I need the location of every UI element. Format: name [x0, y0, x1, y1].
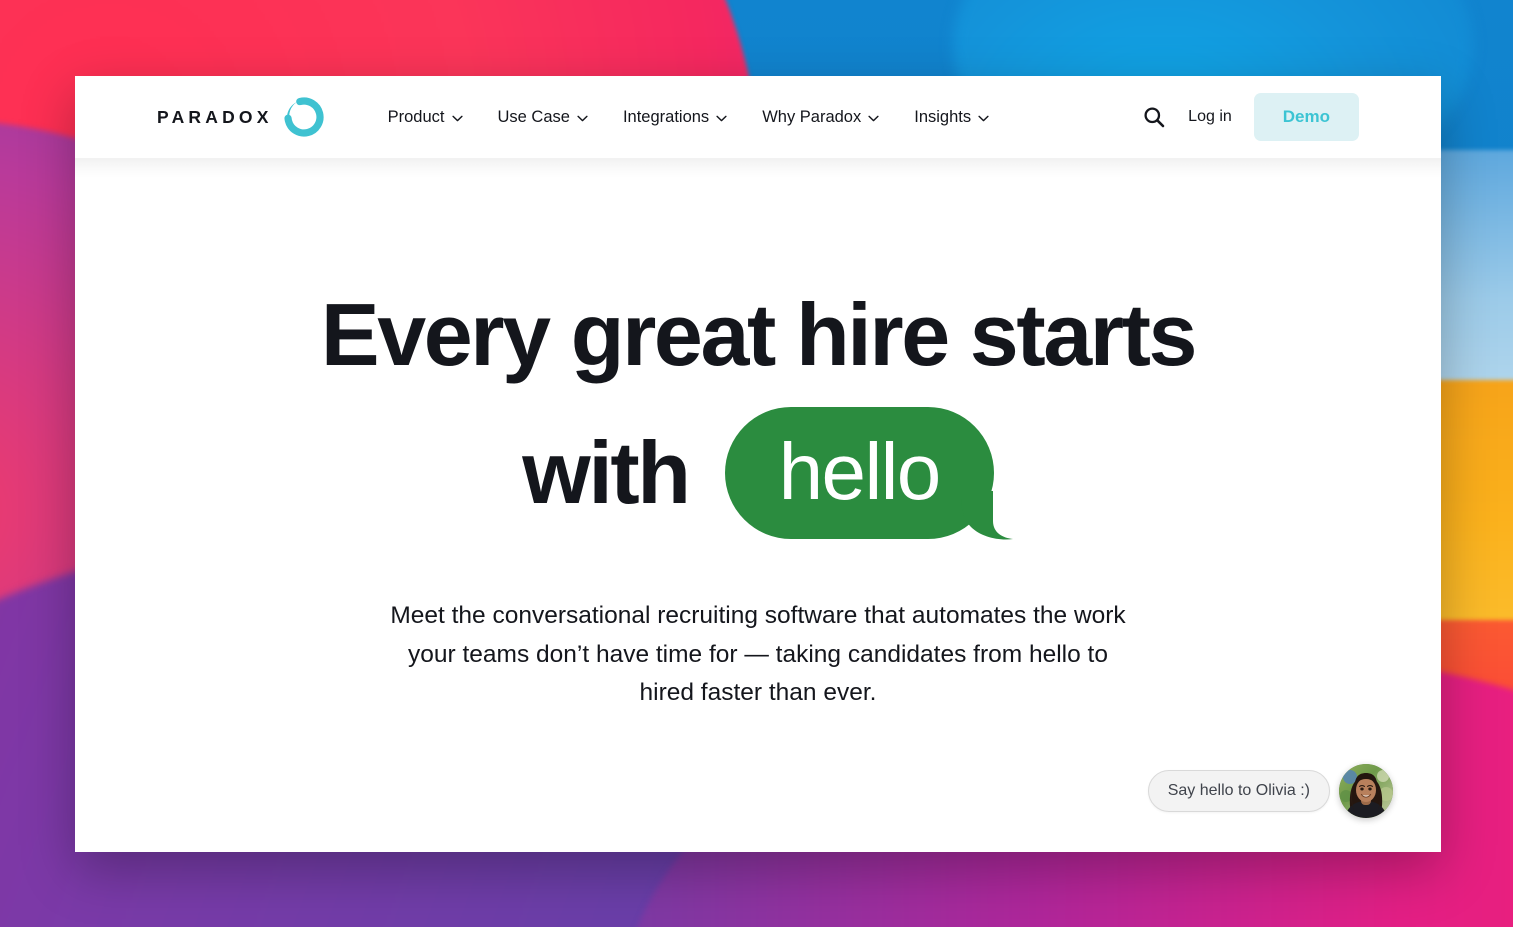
nav-item-label: Product: [387, 107, 445, 126]
hello-bubble: hello: [724, 407, 1013, 540]
chevron-down-icon: [978, 115, 989, 121]
logo-wordmark: PARADOX: [157, 106, 273, 127]
hero-section: Every great hire starts with hello Meet …: [75, 158, 1441, 713]
nav-item-integrations[interactable]: Integrations: [623, 108, 727, 127]
login-link[interactable]: Log in: [1188, 108, 1232, 126]
chevron-down-icon: [451, 115, 463, 121]
nav-item-insights[interactable]: Insights: [914, 108, 989, 127]
desktop-wallpaper: PARADOX Product Use Case Integrations Wh…: [0, 0, 1513, 927]
primary-navigation: Product Use Case Integrations Why Parado…: [388, 108, 989, 127]
demo-button[interactable]: Demo: [1253, 93, 1359, 141]
nav-item-product[interactable]: Product: [388, 108, 463, 127]
nav-item-label: Use Case: [497, 107, 570, 126]
chat-widget: Say hello to Olivia :): [1147, 764, 1393, 818]
nav-item-use-case[interactable]: Use Case: [498, 108, 588, 127]
chevron-down-icon: [577, 115, 588, 121]
speech-bubble-tail-icon: [960, 491, 1013, 540]
speech-bubble-text: hello: [778, 427, 942, 516]
header-actions: Log in Demo: [1142, 93, 1359, 141]
chevron-down-icon: [868, 115, 879, 121]
nav-item-label: Integrations: [622, 107, 710, 126]
page-title-line2: with hello: [75, 407, 1441, 540]
search-icon[interactable]: [1142, 105, 1166, 129]
nav-item-label: Insights: [914, 107, 972, 126]
site-header: PARADOX Product Use Case Integrations Wh…: [75, 76, 1441, 178]
paradox-logo[interactable]: PARADOX: [157, 97, 324, 137]
olivia-avatar-image: [1339, 764, 1393, 818]
nav-item-why-paradox[interactable]: Why Paradox: [762, 108, 879, 127]
olivia-avatar[interactable]: [1339, 764, 1393, 818]
paradox-ring-logo-icon: [284, 97, 324, 137]
chevron-down-icon: [716, 115, 727, 121]
speech-bubble-body: hello: [724, 407, 994, 539]
nav-item-label: Why Paradox: [762, 107, 862, 126]
browser-window: PARADOX Product Use Case Integrations Wh…: [75, 76, 1441, 852]
chat-prompt-bubble[interactable]: Say hello to Olivia :): [1147, 770, 1330, 812]
hero-subheading: Meet the conversational recruiting softw…: [390, 602, 1126, 707]
page-title-word-with: with: [522, 423, 691, 522]
page-title-line1: Every great hire starts: [320, 285, 1198, 384]
